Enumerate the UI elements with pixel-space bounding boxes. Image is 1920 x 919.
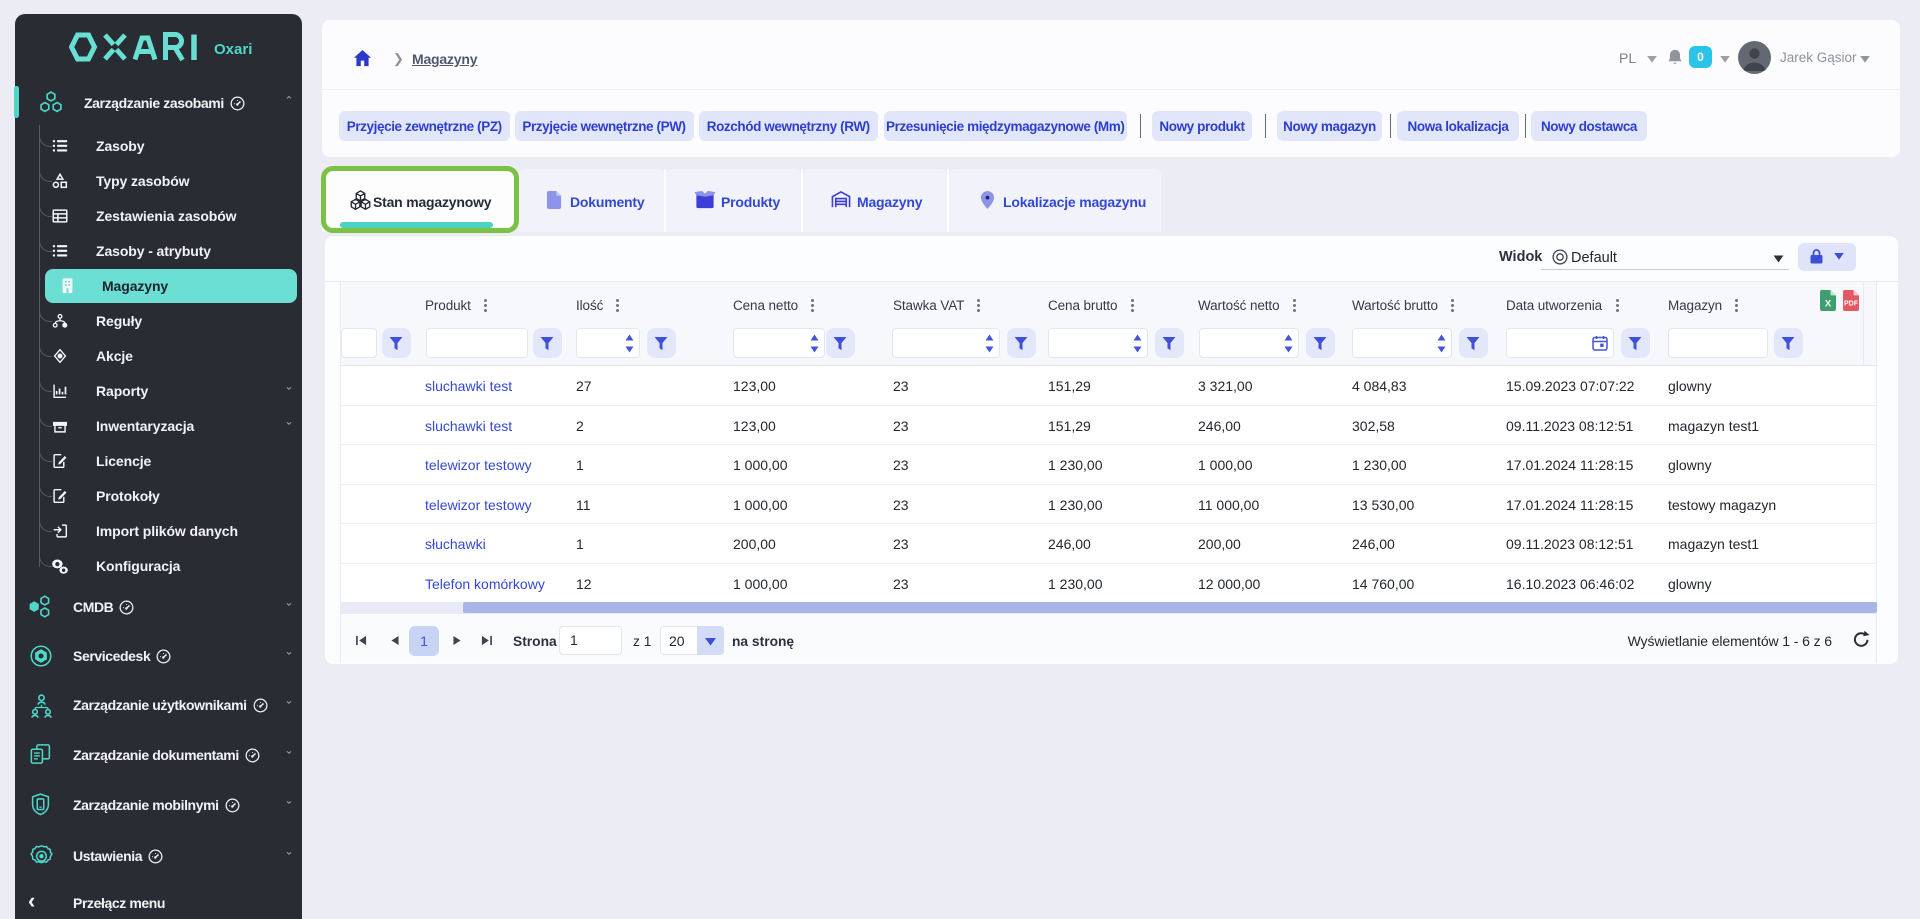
svg-text:PDF: PDF <box>1844 301 1859 308</box>
svg-text:X: X <box>1825 299 1832 310</box>
